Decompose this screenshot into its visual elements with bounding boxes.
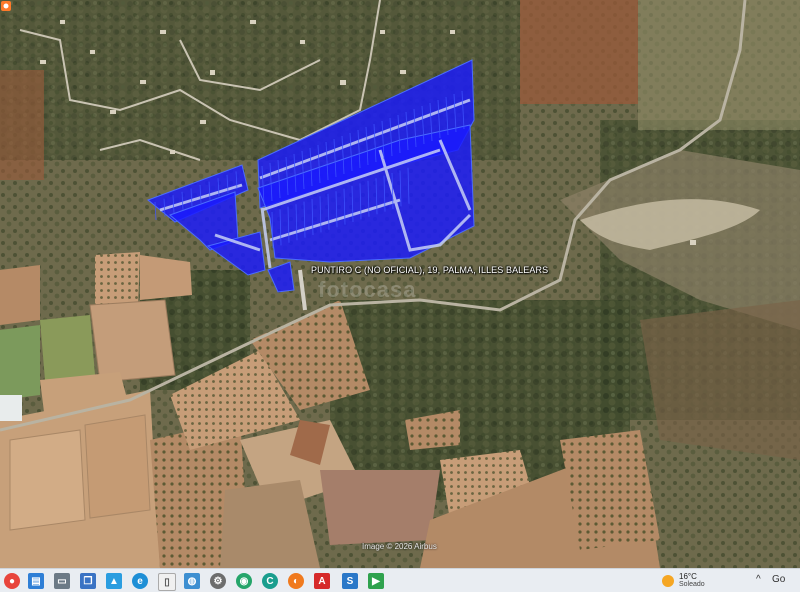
tray-chevron-icon[interactable]: ^	[756, 574, 761, 585]
file-icon[interactable]: ▯	[158, 573, 176, 591]
printer-icon[interactable]: ▭	[54, 573, 70, 589]
weather-temperature[interactable]: 16°C	[679, 572, 697, 581]
watermark-logo: fotocasa	[318, 277, 417, 302]
location-pin-icon[interactable]	[0, 0, 12, 12]
window-switch-icon[interactable]: ❐	[80, 573, 96, 589]
whatsapp-icon[interactable]: ◉	[236, 573, 252, 589]
imagery-credit: Image © 2026 Airbus	[362, 542, 437, 551]
sun-icon[interactable]	[660, 573, 676, 589]
tray-label: Go	[772, 574, 786, 585]
firefox-icon[interactable]: ◐	[288, 573, 304, 589]
satellite-map-view[interactable]: PUNTIRO C (NO OFICIAL), 19, PALMA, ILLES…	[0, 0, 800, 568]
chrome-icon[interactable]: ●	[4, 573, 20, 589]
file-explorer-icon[interactable]: ◍	[184, 573, 200, 589]
windows-taskbar: ● ▤ ▭ ❐ ▲ e ▯ ◍ ⚙ ◉ C ◐ A S ▶ 16°C Solea…	[0, 568, 800, 592]
weather-condition[interactable]: Soleado	[679, 581, 705, 588]
edge-icon[interactable]: e	[132, 573, 148, 589]
app-icon[interactable]: C	[262, 573, 278, 589]
place-label[interactable]: PUNTIRO C (NO OFICIAL), 19, PALMA, ILLES…	[311, 265, 548, 275]
acrobat-icon[interactable]: A	[314, 573, 330, 589]
sheets-icon[interactable]: ▶	[368, 573, 384, 589]
settings-icon[interactable]: ⚙	[210, 573, 226, 589]
docs-icon[interactable]: ▤	[28, 573, 44, 589]
slides-icon[interactable]: S	[342, 573, 358, 589]
photos-icon[interactable]: ▲	[106, 573, 122, 589]
